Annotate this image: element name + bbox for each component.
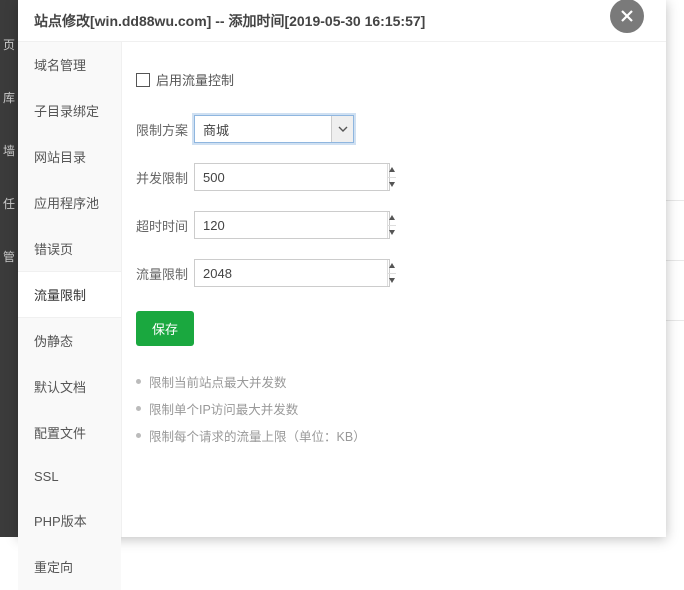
content-panel: 启用流量控制 限制方案 商城 并发限制 <box>122 42 666 537</box>
sidebar-item-domain[interactable]: 域名管理 <box>18 42 121 88</box>
timeout-input[interactable] <box>195 218 387 233</box>
enable-traffic-label: 启用流量控制 <box>156 70 234 89</box>
caret-down-icon <box>388 228 396 236</box>
close-icon <box>619 8 635 24</box>
hints-list: 限制当前站点最大并发数 限制单个IP访问最大并发数 限制每个请求的流量上限（单位… <box>136 368 666 449</box>
traffic-step-down[interactable] <box>388 273 396 287</box>
sidebar-item-ssl[interactable]: SSL <box>18 456 121 498</box>
sidebar-item-php[interactable]: PHP版本 <box>18 498 121 544</box>
traffic-input[interactable] <box>195 266 387 281</box>
scheme-select-button[interactable] <box>331 116 353 142</box>
scheme-select-value: 商城 <box>195 120 331 139</box>
sidebar-item-apppool[interactable]: 应用程序池 <box>18 180 121 226</box>
concurrency-step-up[interactable] <box>388 164 396 177</box>
modal-title: 站点修改[win.dd88wu.com] -- 添加时间[2019-05-30 … <box>18 0 666 42</box>
sidebar-item-redirect[interactable]: 重定向 <box>18 544 121 590</box>
sidebar-item-errorpage[interactable]: 错误页 <box>18 226 121 272</box>
sidebar-item-config[interactable]: 配置文件 <box>18 410 121 456</box>
timeout-input-wrap <box>194 211 390 239</box>
sidebar: 域名管理 子目录绑定 网站目录 应用程序池 错误页 流量限制 伪静态 默认文档 … <box>18 42 122 537</box>
close-button[interactable] <box>610 0 644 33</box>
sidebar-item-rewrite[interactable]: 伪静态 <box>18 318 121 364</box>
sidebar-item-subdir[interactable]: 子目录绑定 <box>18 88 121 134</box>
sidebar-item-default[interactable]: 默认文档 <box>18 364 121 410</box>
background-nav-strip: 页 库 墙 任 管 <box>0 0 18 537</box>
save-button[interactable]: 保存 <box>136 311 194 346</box>
timeout-step-up[interactable] <box>388 212 396 225</box>
concurrency-input[interactable] <box>195 170 387 185</box>
timeout-label: 超时时间 <box>136 216 194 235</box>
chevron-down-icon <box>338 124 348 134</box>
scheme-select[interactable]: 商城 <box>194 115 354 143</box>
hint-item: 限制每个请求的流量上限（单位：KB） <box>136 422 666 449</box>
scheme-label: 限制方案 <box>136 120 194 139</box>
hint-item: 限制当前站点最大并发数 <box>136 368 666 395</box>
caret-down-icon <box>388 180 396 188</box>
caret-up-icon <box>388 166 396 174</box>
sidebar-item-sitedir[interactable]: 网站目录 <box>18 134 121 180</box>
timeout-step-down[interactable] <box>388 225 396 239</box>
enable-traffic-checkbox[interactable] <box>136 73 150 87</box>
sidebar-item-traffic[interactable]: 流量限制 <box>18 272 121 318</box>
hint-item: 限制单个IP访问最大并发数 <box>136 395 666 422</box>
concurrency-input-wrap <box>194 163 390 191</box>
caret-up-icon <box>388 262 396 270</box>
traffic-step-up[interactable] <box>388 260 396 273</box>
traffic-input-wrap <box>194 259 390 287</box>
concurrency-label: 并发限制 <box>136 168 194 187</box>
site-edit-modal: 站点修改[win.dd88wu.com] -- 添加时间[2019-05-30 … <box>18 0 666 537</box>
traffic-label: 流量限制 <box>136 264 194 283</box>
caret-up-icon <box>388 214 396 222</box>
caret-down-icon <box>388 276 396 284</box>
concurrency-step-down[interactable] <box>388 177 396 191</box>
